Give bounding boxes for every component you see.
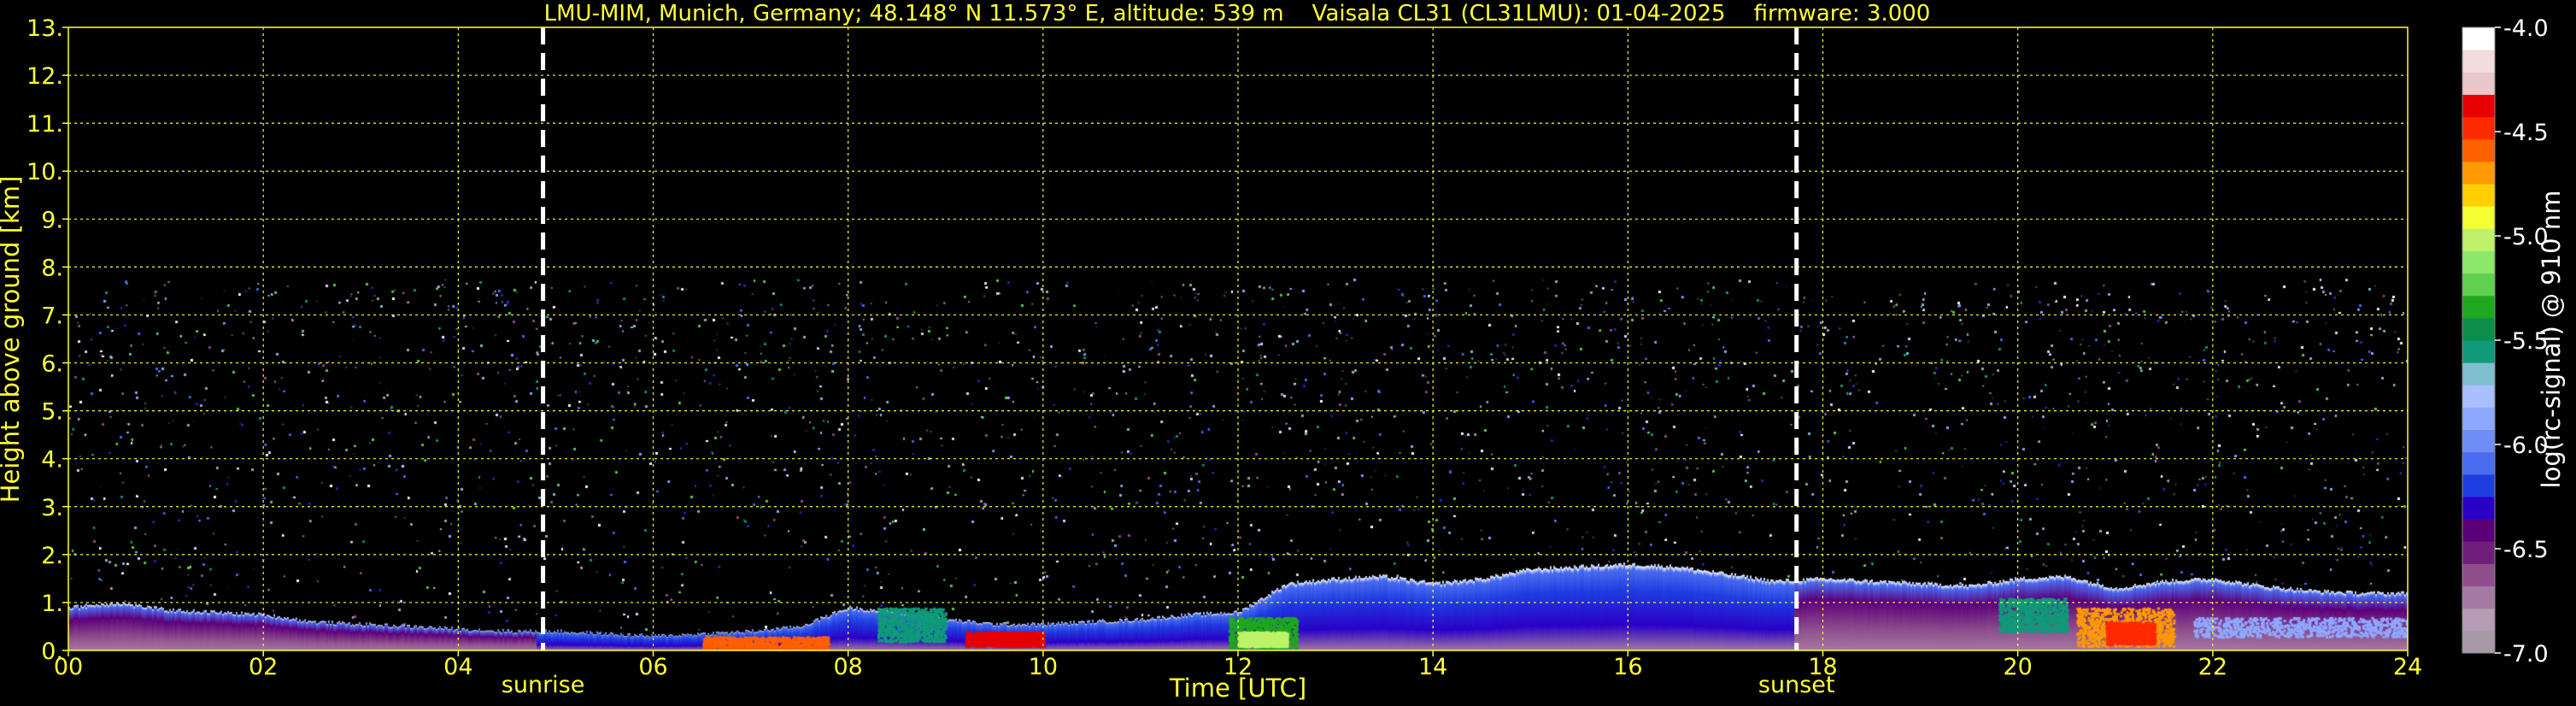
colorbar-segment bbox=[2462, 273, 2495, 297]
colorbar-segment bbox=[2462, 541, 2495, 564]
x-tick-label: 18 bbox=[1808, 654, 1837, 680]
y-tick-label: 0. bbox=[41, 638, 63, 665]
y-tick-label: 9. bbox=[41, 207, 63, 233]
x-tick-label: 06 bbox=[638, 654, 667, 680]
colorbar-segment bbox=[2462, 50, 2495, 73]
colorbar-segment bbox=[2462, 429, 2495, 453]
colorbar-segment bbox=[2462, 295, 2495, 319]
x-tick-label: 14 bbox=[1418, 654, 1447, 680]
colorbar-segment bbox=[2462, 340, 2495, 363]
colorbar-segment bbox=[2462, 138, 2495, 162]
y-tick-label: 1. bbox=[41, 591, 63, 617]
colorbar-tick-label: -4.5 bbox=[2503, 120, 2549, 146]
colorbar-segment bbox=[2462, 206, 2495, 229]
x-tick-label: 02 bbox=[249, 654, 278, 680]
y-tick-label: 3. bbox=[41, 495, 63, 521]
colorbar-segment bbox=[2462, 519, 2495, 542]
y-tick-label: 11. bbox=[26, 111, 63, 138]
x-tick-label: 08 bbox=[833, 654, 862, 680]
x-tick-label: 10 bbox=[1029, 654, 1058, 680]
colorbar-segment bbox=[2462, 27, 2495, 50]
y-tick-label: 12. bbox=[26, 63, 63, 90]
y-axis-label: Height above ground [km] bbox=[0, 176, 25, 503]
y-tick-label: 6. bbox=[41, 351, 63, 378]
y-tick-label: 2. bbox=[41, 543, 63, 569]
colorbar-tick-label: -7.0 bbox=[2503, 641, 2549, 668]
colorbar-segment bbox=[2462, 630, 2495, 654]
colorbar-segment bbox=[2462, 497, 2495, 520]
colorbar-segment bbox=[2462, 563, 2495, 587]
colorbar-segment bbox=[2462, 94, 2495, 118]
y-tick-label: 10. bbox=[26, 159, 63, 185]
x-tick-label: 16 bbox=[1613, 654, 1642, 680]
y-tick-label: 8. bbox=[41, 255, 63, 281]
x-axis-label: Time [UTC] bbox=[1169, 674, 1306, 703]
y-tick-label: 13. bbox=[26, 15, 63, 42]
colorbar-segment bbox=[2462, 116, 2495, 140]
colorbar-segment bbox=[2462, 317, 2495, 341]
colorbar-segment bbox=[2462, 161, 2495, 185]
colorbar bbox=[2462, 26, 2496, 654]
ceilometer-chart: LMU-MIM, Munich, Germany; 48.148° N 11.5… bbox=[0, 0, 2576, 706]
x-tick-label: 22 bbox=[2198, 654, 2227, 680]
y-tick-label: 5. bbox=[41, 399, 63, 426]
colorbar-tick-label: -6.5 bbox=[2503, 537, 2549, 563]
x-tick-label: 20 bbox=[2003, 654, 2032, 680]
colorbar-segment bbox=[2462, 407, 2495, 431]
chart-title: LMU-MIM, Munich, Germany; 48.148° N 11.5… bbox=[544, 1, 1931, 26]
colorbar-segment bbox=[2462, 385, 2495, 408]
colorbar-segment bbox=[2462, 72, 2495, 95]
colorbar-segment bbox=[2462, 228, 2495, 251]
colorbar-tick-label: -4.0 bbox=[2503, 15, 2549, 42]
colorbar-segment bbox=[2462, 362, 2495, 385]
event-label-sunrise: sunrise bbox=[502, 672, 585, 698]
x-tick-label: 04 bbox=[443, 654, 472, 680]
colorbar-segment bbox=[2462, 474, 2495, 497]
x-tick-label: 24 bbox=[2393, 654, 2422, 680]
colorbar-segment bbox=[2462, 608, 2495, 632]
colorbar-segment bbox=[2462, 250, 2495, 274]
y-tick-label: 4. bbox=[41, 447, 63, 474]
colorbar-label: log(rc-signal) @ 910 nm bbox=[2537, 191, 2566, 489]
colorbar-segment bbox=[2462, 184, 2495, 207]
colorbar-segment bbox=[2462, 585, 2495, 609]
y-tick-label: 7. bbox=[41, 303, 63, 329]
colorbar-segment bbox=[2462, 451, 2495, 475]
